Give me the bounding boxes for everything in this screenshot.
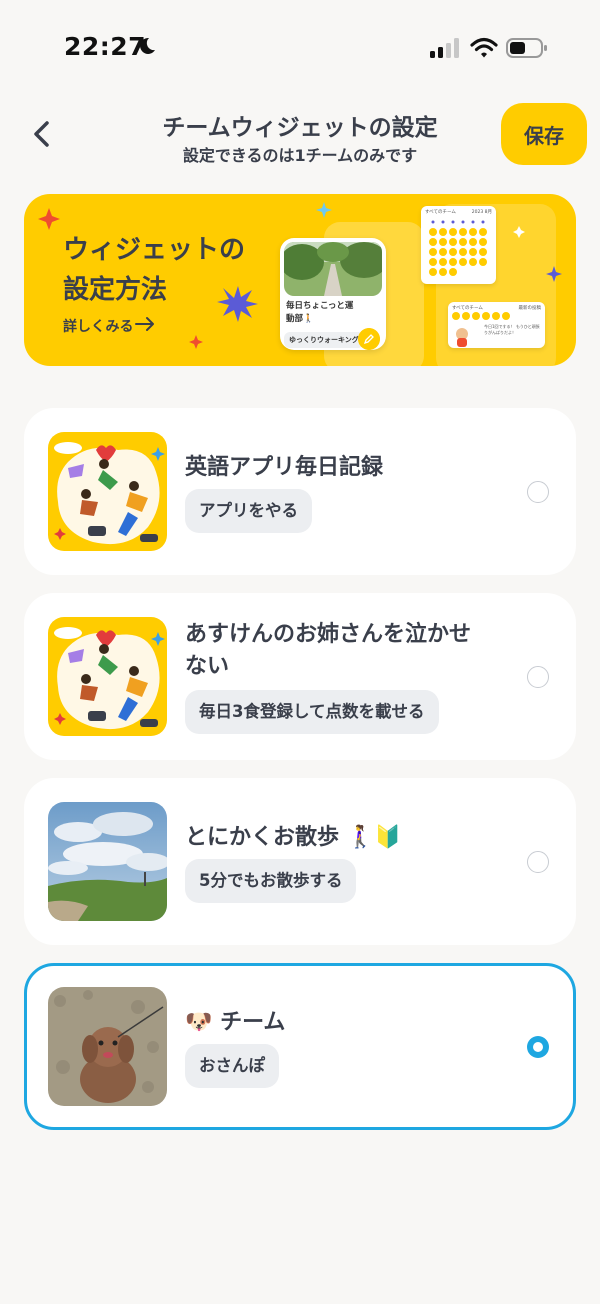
team-tag: 毎日3食登録して点数を載せる	[185, 690, 439, 734]
team-name: 英語アプリ毎日記録	[185, 455, 384, 480]
team-radio-checked[interactable]	[527, 1036, 549, 1058]
dog-emoji: 🐶	[185, 1010, 213, 1035]
pencil-icon	[358, 328, 380, 350]
battery-icon	[506, 38, 547, 58]
team-radio[interactable]	[527, 666, 549, 688]
team-thumbnail-illustration	[48, 432, 167, 551]
status-bar: 22:27	[0, 0, 600, 96]
team-option-card[interactable]: とにかくお散歩 🚶‍♀️🔰 5分でもお散歩する	[24, 778, 576, 945]
tree-road-photo	[284, 242, 382, 296]
banner-title: ウィジェットの 設定方法	[63, 235, 246, 305]
team-option-card-selected[interactable]: 🐶 チーム おさんぽ	[24, 963, 576, 1130]
team-radio[interactable]	[527, 851, 549, 873]
wifi-icon	[470, 37, 498, 58]
team-radio[interactable]	[527, 481, 549, 503]
team-tag: 5分でもお散歩する	[185, 859, 357, 903]
team-name: とにかくお散歩 🚶‍♀️🔰	[185, 822, 485, 854]
team-thumbnail-sky-photo	[48, 802, 167, 921]
widget-howto-banner[interactable]: ウィジェットの 設定方法 詳しくみる 毎日ちょこっと運動部🚶 ゆっくりウォーキン…	[24, 194, 576, 366]
team-option-card[interactable]: 英語アプリ毎日記録 アプリをやる	[24, 408, 576, 575]
save-button[interactable]: 保存	[501, 103, 587, 165]
team-name: あすけんのお姉さんを泣かせない	[185, 622, 472, 679]
team-thumbnail-dog-photo	[48, 987, 167, 1106]
widget-preview-card: 毎日ちょこっと運動部🚶 ゆっくりウォーキング	[280, 238, 386, 350]
team-option-card[interactable]: あすけんのお姉さんを泣かせない 毎日3食登録して点数を載せる	[24, 593, 576, 760]
arrow-right-icon	[135, 317, 154, 331]
team-thumbnail-illustration	[48, 617, 167, 736]
cellular-signal-icon	[430, 38, 459, 58]
calendar-grid	[429, 220, 487, 276]
widget-preview-name: 毎日ちょこっと運動部🚶	[286, 301, 354, 324]
team-name: 🐶 チーム	[185, 1007, 485, 1039]
moon-icon	[140, 37, 155, 54]
widget-preview-feed: すべてのチーム 最新の投稿 今日1回でする！ もうひと頑張りがんばりだよ！	[448, 302, 545, 348]
banner-more-link[interactable]: 詳しくみる	[63, 316, 134, 336]
team-tag: おさんぽ	[185, 1044, 279, 1088]
team-tag: アプリをやる	[185, 489, 312, 533]
widget-preview-calendar: すべてのチーム 2023 8月	[421, 206, 496, 284]
status-time: 22:27	[64, 32, 147, 61]
widget-preview-tag: ゆっくりウォーキング	[284, 332, 364, 348]
walking-beginner-emoji: 🚶‍♀️🔰	[346, 825, 402, 850]
